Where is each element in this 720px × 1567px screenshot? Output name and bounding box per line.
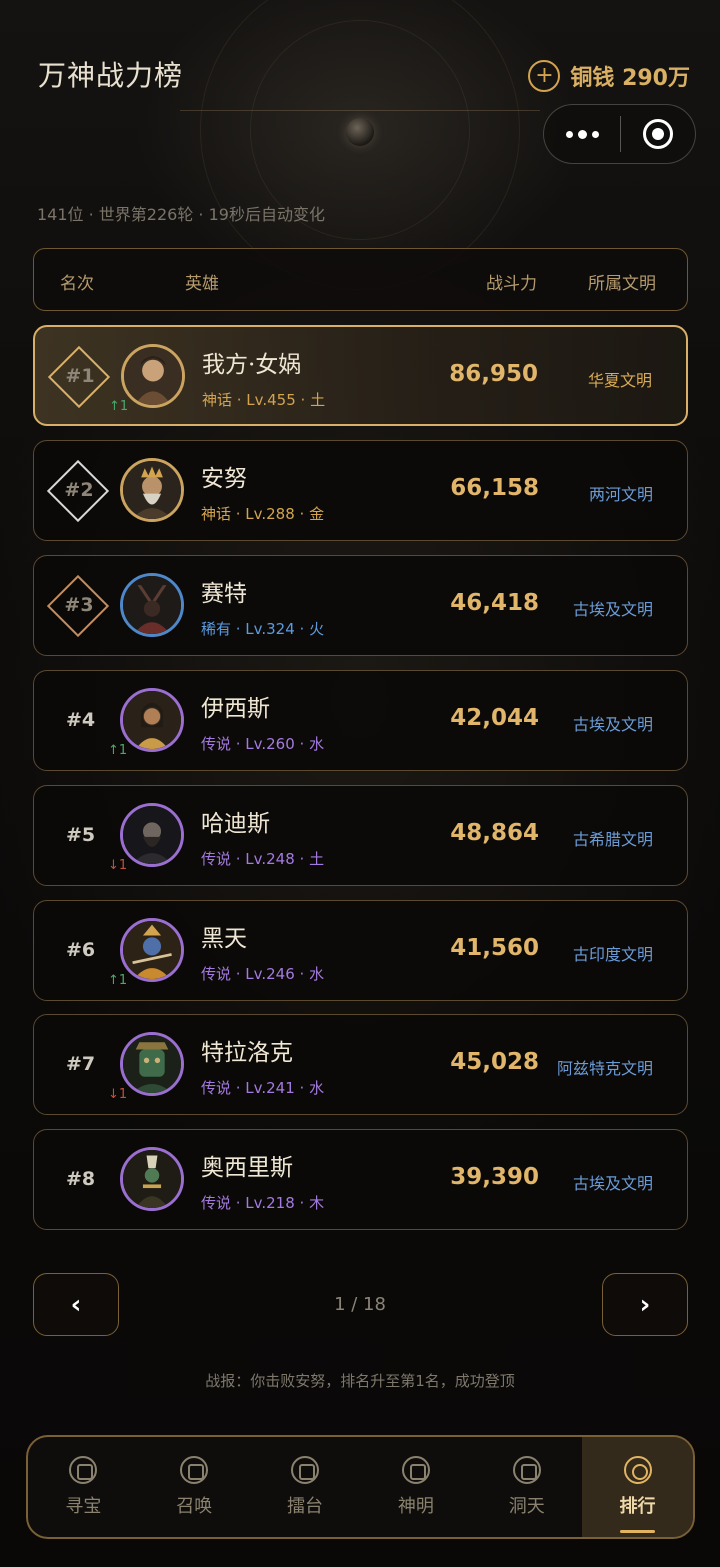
hero-avatar[interactable]	[120, 1147, 184, 1211]
trend-indicator: ↑1	[108, 743, 128, 758]
rank-number: #5	[66, 824, 96, 846]
active-tab-underline	[620, 1530, 655, 1533]
coin-balance[interactable]: + 铜钱 290万	[528, 60, 690, 92]
hero-meta: 神话 · Lv.288 · 金	[201, 505, 325, 523]
tab-label: 洞天	[508, 1496, 545, 1517]
summon-icon	[180, 1456, 209, 1484]
civilization: 古印度文明	[572, 945, 653, 964]
more-dots-icon[interactable]	[544, 105, 620, 163]
trend-indicator: ↑1	[108, 973, 128, 988]
column-power: 战斗力	[486, 274, 537, 294]
coin-amount: 铜钱 290万	[570, 66, 690, 91]
civilization: 古埃及文明	[572, 715, 653, 734]
combat-power: 45,028	[450, 1049, 539, 1075]
civilization: 华夏文明	[587, 371, 652, 390]
arena-icon	[291, 1456, 320, 1484]
column-hero: 英雄	[185, 274, 219, 294]
civilization: 古埃及文明	[572, 1174, 653, 1193]
ranking-subinfo: 141位 · 世界第226轮 · 19秒后自动变化	[37, 205, 325, 224]
table-row[interactable]: #5 ↓1 哈迪斯 传说 · Lv.248 · 土 48,864 古希腊文明	[33, 785, 688, 886]
table-row[interactable]: #8 奥西里斯 传说 · Lv.218 · 木 39,390 古埃及文明	[33, 1129, 688, 1230]
combat-power: 66,158	[450, 475, 539, 501]
rank-number: #1	[65, 365, 95, 387]
ranking-icon	[623, 1456, 652, 1484]
hero-name: 赛特	[201, 581, 247, 607]
combat-power: 39,390	[450, 1164, 539, 1190]
hero-name: 哈迪斯	[201, 811, 270, 837]
hero-name: 我方·女娲	[202, 352, 302, 378]
hero-avatar[interactable]	[120, 1032, 184, 1096]
tab-arena[interactable]: 擂台	[250, 1437, 361, 1537]
tab-deity[interactable]: 神明	[360, 1437, 471, 1537]
next-page-button[interactable]: ›	[602, 1273, 688, 1336]
column-rank: 名次	[60, 274, 94, 294]
hero-name: 安努	[201, 466, 247, 492]
civilization: 两河文明	[588, 485, 653, 504]
column-civ: 所属文明	[588, 274, 656, 294]
table-row[interactable]: #6 ↑1 黑天 传说 · Lv.246 · 水 41,560 古印度文明	[33, 900, 688, 1001]
hero-avatar[interactable]	[120, 458, 184, 522]
combat-power: 46,418	[450, 590, 539, 616]
combat-power: 41,560	[450, 935, 539, 961]
civilization: 古希腊文明	[572, 830, 653, 849]
combat-power: 42,044	[450, 705, 539, 731]
hero-meta: 传说 · Lv.260 · 水	[201, 735, 325, 753]
page-title: 万神战力榜	[38, 59, 184, 92]
tab-label: 神明	[397, 1496, 434, 1517]
tab-label: 寻宝	[65, 1496, 102, 1517]
tab-label: 排行	[619, 1496, 656, 1517]
hero-name: 黑天	[201, 926, 247, 952]
plus-circle-icon[interactable]: +	[528, 60, 561, 92]
hero-avatar[interactable]	[120, 803, 184, 867]
hero-meta: 传说 · Lv.241 · 水	[201, 1079, 325, 1097]
hero-avatar[interactable]	[120, 573, 184, 637]
hero-avatar[interactable]	[120, 918, 184, 982]
hero-name: 奥西里斯	[201, 1155, 293, 1181]
table-row[interactable]: #3 赛特 稀有 · Lv.324 · 火 46,418 古埃及文明	[33, 555, 688, 656]
tab-realm[interactable]: 洞天	[471, 1437, 582, 1537]
table-row[interactable]: #1 ↑1 我方·女娲 神话 · Lv.455 · 土 86,950 华夏文明	[33, 325, 688, 426]
background-orb	[346, 118, 374, 146]
civilization: 古埃及文明	[572, 600, 653, 619]
mini-program-capsule	[543, 104, 696, 164]
combat-power: 48,864	[450, 820, 539, 846]
rank-number: #2	[64, 479, 94, 501]
hero-name: 伊西斯	[201, 696, 270, 722]
hero-avatar[interactable]	[121, 344, 185, 408]
battle-report: 战报：你击败安努，排名升至第1名，成功登顶	[205, 1372, 515, 1390]
deity-icon	[401, 1456, 430, 1484]
trend-indicator: ↑1	[109, 399, 129, 414]
hero-meta: 传说 · Lv.218 · 木	[201, 1194, 325, 1212]
trend-indicator: ↓1	[108, 858, 128, 873]
rank-number: #7	[66, 1053, 96, 1075]
tab-ranking[interactable]: 排行	[582, 1437, 693, 1537]
bottom-tab-bar: 寻宝 召唤 擂台 神明 洞天 排行	[26, 1435, 695, 1539]
civilization: 阿兹特克文明	[556, 1059, 653, 1078]
hero-meta: 传说 · Lv.248 · 土	[201, 850, 325, 868]
realm-icon	[512, 1456, 541, 1484]
rank-number: #8	[66, 1168, 96, 1190]
tab-summon[interactable]: 召唤	[139, 1437, 250, 1537]
background-line	[180, 110, 540, 111]
hero-name: 特拉洛克	[201, 1040, 293, 1066]
table-row[interactable]: #2 安努 神话 · Lv.288 · 金 66,158 两河文明	[33, 440, 688, 541]
target-close-icon[interactable]	[621, 119, 695, 149]
table-row[interactable]: #4 ↑1 伊西斯 传说 · Lv.260 · 水 42,044 古埃及文明	[33, 670, 688, 771]
hero-meta: 传说 · Lv.246 · 水	[201, 965, 325, 983]
rank-number: #6	[66, 939, 96, 961]
hero-meta: 神话 · Lv.455 · 土	[202, 391, 326, 409]
table-header: 名次 英雄 战斗力 所属文明	[33, 248, 688, 311]
table-row[interactable]: #7 ↓1 特拉洛克 传说 · Lv.241 · 水 45,028 阿兹特克文明	[33, 1014, 688, 1115]
tab-label: 召唤	[176, 1496, 213, 1517]
tab-treasure[interactable]: 寻宝	[28, 1437, 139, 1537]
hero-meta: 稀有 · Lv.324 · 火	[201, 620, 325, 638]
combat-power: 86,950	[449, 361, 538, 387]
treasure-icon	[69, 1456, 98, 1484]
trend-indicator: ↓1	[108, 1087, 128, 1102]
rank-number: #3	[64, 594, 94, 616]
hero-avatar[interactable]	[120, 688, 184, 752]
tab-label: 擂台	[287, 1496, 324, 1517]
rank-number: #4	[66, 709, 96, 731]
